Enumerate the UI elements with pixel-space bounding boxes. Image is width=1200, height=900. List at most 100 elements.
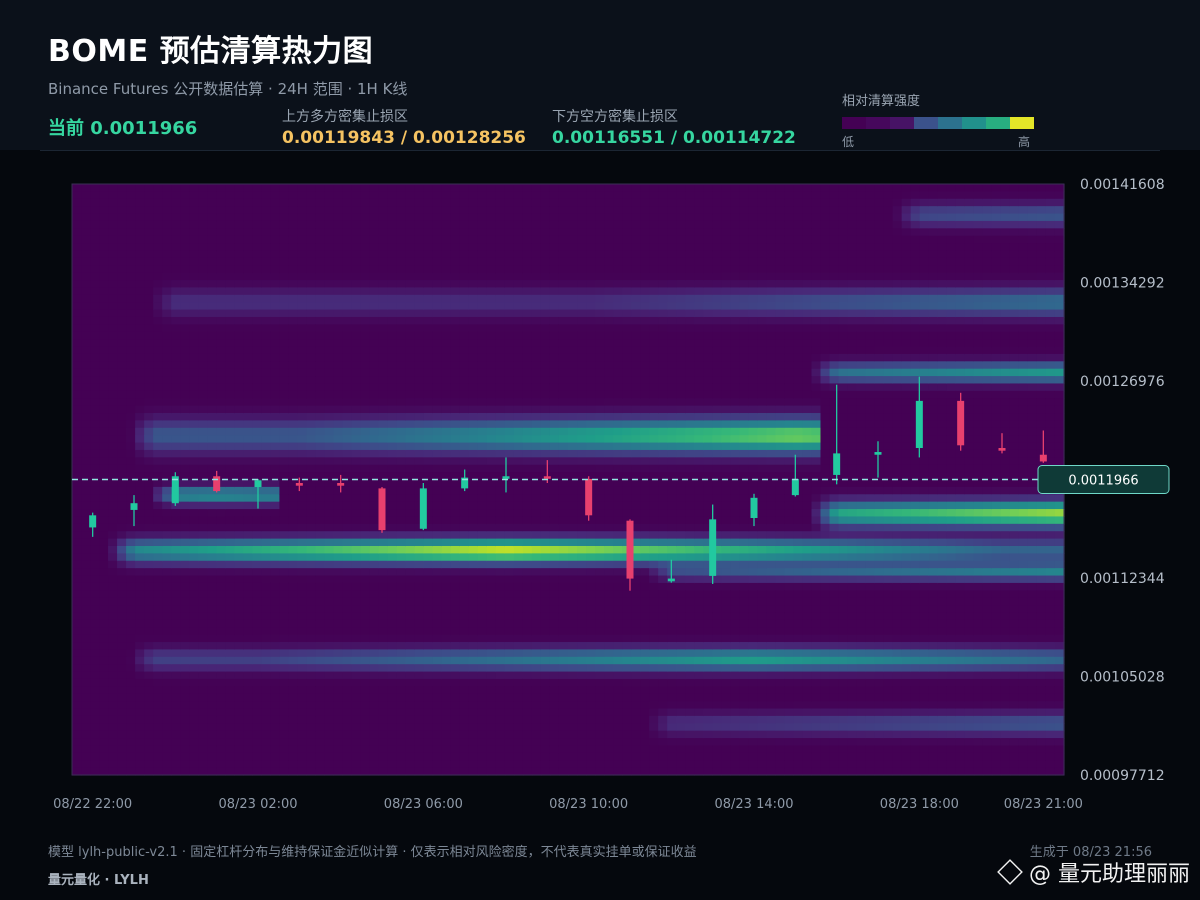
heatmap-cell xyxy=(459,398,470,407)
heatmap-cell xyxy=(243,545,253,554)
heatmap-cell xyxy=(108,435,118,444)
heatmap-cell xyxy=(540,590,551,599)
heatmap-cell xyxy=(261,265,271,274)
heatmap-cell xyxy=(577,523,587,532)
heatmap-cell xyxy=(315,664,326,673)
heatmap-cell xyxy=(180,228,190,237)
heatmap-cell xyxy=(261,331,271,340)
heatmap-cell xyxy=(378,553,389,562)
heatmap-cell xyxy=(450,597,461,606)
heatmap-cell xyxy=(450,738,461,747)
heatmap-cell xyxy=(108,390,118,399)
heatmap-cell xyxy=(396,642,407,651)
heatmap-cell xyxy=(189,538,199,547)
heatmap-cell xyxy=(306,398,317,407)
heatmap-cell xyxy=(441,191,452,200)
heatmap-cell xyxy=(441,206,452,215)
heatmap-cell xyxy=(531,523,542,532)
heatmap-cell xyxy=(486,324,497,333)
heatmap-cell xyxy=(387,316,398,325)
heatmap-cell xyxy=(423,442,434,451)
heatmap-cell xyxy=(252,597,262,606)
heatmap-cell xyxy=(549,767,560,776)
heatmap-cell xyxy=(216,723,226,732)
heatmap-cell xyxy=(531,228,542,237)
heatmap-cell xyxy=(423,250,434,259)
heatmap-cell xyxy=(549,597,560,606)
heatmap-cell xyxy=(243,457,253,466)
heatmap-cell xyxy=(423,198,434,207)
heatmap-cell xyxy=(207,494,217,503)
heatmap-cell xyxy=(180,346,190,355)
heatmap-cell xyxy=(324,449,335,458)
heatmap-cell xyxy=(531,265,542,274)
heatmap-cell xyxy=(423,649,434,658)
heatmap-cell xyxy=(216,678,226,687)
heatmap-cell xyxy=(81,228,91,237)
heatmap-cell xyxy=(252,678,262,687)
heatmap-cell xyxy=(297,198,308,207)
heatmap-cell xyxy=(153,390,163,399)
heatmap-cell xyxy=(522,294,533,303)
heatmap-cell xyxy=(288,435,299,444)
heatmap-cell xyxy=(72,287,82,296)
heatmap-cell xyxy=(604,671,614,680)
heatmap-cell xyxy=(270,405,281,414)
heatmap-cell xyxy=(207,538,217,547)
heatmap-cell xyxy=(342,642,353,651)
heatmap-cell xyxy=(108,708,118,717)
heatmap-cell xyxy=(441,339,452,348)
heatmap-cell xyxy=(577,642,587,651)
heatmap-cell xyxy=(297,575,308,584)
heatmap-cell xyxy=(351,294,362,303)
heatmap-cell xyxy=(306,287,317,296)
heatmap-cell xyxy=(315,752,326,761)
heatmap-cell xyxy=(622,605,632,614)
heatmap-cell xyxy=(622,250,632,259)
heatmap-cell xyxy=(198,627,208,636)
heatmap-cell xyxy=(72,457,82,466)
heatmap-cell xyxy=(180,501,190,510)
heatmap-cell xyxy=(423,213,434,222)
heatmap-cell xyxy=(108,346,118,355)
heatmap-cell xyxy=(153,656,163,665)
heatmap-cell xyxy=(477,228,488,237)
heatmap-cell xyxy=(396,656,407,665)
heatmap-cell xyxy=(378,302,389,311)
heatmap-cell xyxy=(171,184,181,192)
heatmap-cell xyxy=(378,464,389,473)
heatmap-cell xyxy=(234,250,244,259)
heatmap-cell xyxy=(396,752,407,761)
heatmap-cell xyxy=(450,494,461,503)
heatmap-cell xyxy=(423,730,434,739)
heatmap-cell xyxy=(261,405,271,414)
heatmap-cell xyxy=(144,619,154,628)
heatmap-cell xyxy=(261,368,271,377)
heatmap-cell xyxy=(613,457,623,466)
heatmap-cell xyxy=(288,442,299,451)
heatmap-cell xyxy=(99,553,109,562)
heatmap-cell xyxy=(108,494,118,503)
heatmap-cell xyxy=(360,516,371,525)
heatmap-cell xyxy=(513,413,524,421)
heatmap-cell xyxy=(99,383,109,392)
heatmap-cell xyxy=(531,767,542,776)
heatmap-cell xyxy=(171,198,181,207)
heatmap-cell xyxy=(279,575,290,584)
heatmap-cell xyxy=(351,671,362,680)
heatmap-cell xyxy=(225,331,235,340)
heatmap-cell xyxy=(252,361,262,370)
heatmap-cell xyxy=(171,420,181,429)
heatmap-cell xyxy=(468,191,479,200)
heatmap-cell xyxy=(351,730,362,739)
heatmap-cell xyxy=(72,612,82,621)
heatmap-cell xyxy=(270,656,281,665)
heatmap-cell xyxy=(450,760,461,769)
heatmap-cell xyxy=(351,457,362,466)
heatmap-cell xyxy=(135,413,145,421)
heatmap-cell xyxy=(378,309,389,318)
heatmap-cell xyxy=(207,324,217,333)
heatmap-cell xyxy=(441,634,452,643)
heatmap-cell xyxy=(324,560,335,569)
heatmap-cell xyxy=(450,302,461,311)
